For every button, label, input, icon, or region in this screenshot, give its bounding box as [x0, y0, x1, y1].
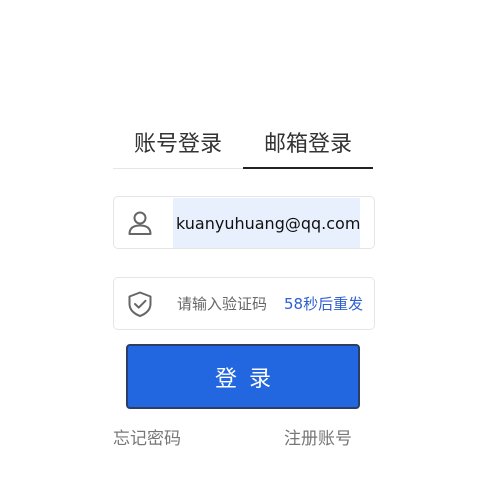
user-icon	[126, 209, 154, 237]
forgot-password-link[interactable]: 忘记密码	[113, 428, 181, 450]
shield-check-icon	[126, 290, 154, 318]
register-account-link[interactable]: 注册账号	[284, 428, 352, 450]
resend-code-link[interactable]: 58秒后重发	[284, 293, 363, 315]
login-tabs: 账号登录 邮箱登录	[113, 128, 373, 169]
verification-code-field: 58秒后重发	[113, 277, 375, 330]
verification-code-input[interactable]	[174, 279, 284, 329]
tab-email-login[interactable]: 邮箱登录	[243, 130, 373, 169]
email-field	[113, 196, 375, 249]
login-button[interactable]: 登录	[126, 344, 360, 409]
email-input[interactable]	[173, 198, 360, 248]
tab-account-login[interactable]: 账号登录	[128, 130, 228, 169]
